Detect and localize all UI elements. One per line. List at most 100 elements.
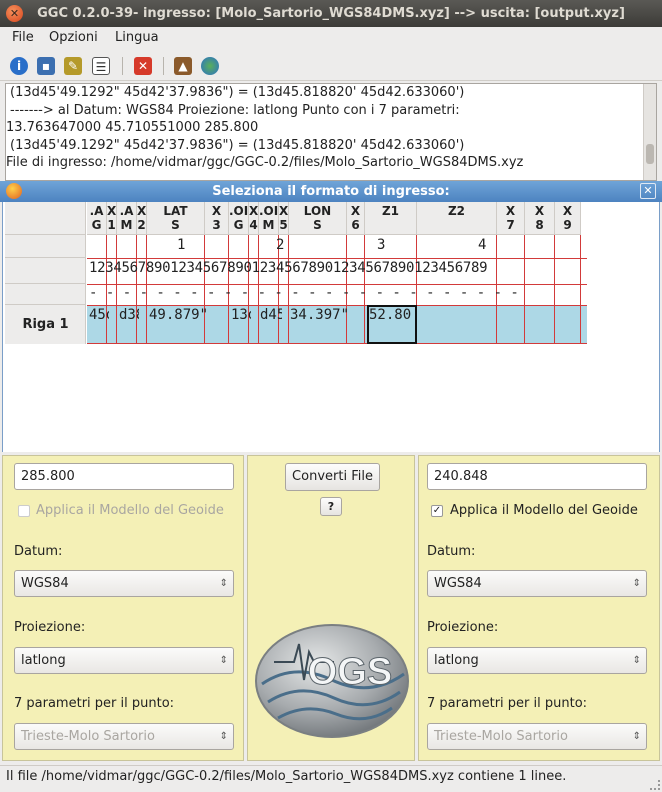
datum-select-output[interactable]: WGS84 ⇕ bbox=[427, 570, 647, 597]
table-icon[interactable]: ☰ bbox=[92, 57, 110, 75]
column-header-line1: .A bbox=[89, 204, 104, 218]
column-header[interactable]: Z2 bbox=[417, 202, 497, 235]
save-icon[interactable]: ▪ bbox=[37, 57, 55, 75]
column-header-line2: 9 bbox=[563, 218, 572, 232]
cell-deg-lon[interactable]: 13d bbox=[231, 307, 251, 323]
column-header-line1: .OI bbox=[259, 204, 279, 218]
params-select-input[interactable]: Trieste-Molo Sartorio ⇕ bbox=[14, 723, 234, 750]
datum-select-input[interactable]: WGS84 ⇕ bbox=[14, 570, 234, 597]
column-header[interactable]: X9 bbox=[555, 202, 581, 235]
column-header[interactable]: X8 bbox=[525, 202, 555, 235]
column-header-line1: .A bbox=[119, 204, 134, 218]
column-header-line1: X bbox=[137, 204, 147, 218]
chevron-updown-icon: ⇕ bbox=[219, 578, 228, 589]
chevron-updown-icon: ⇕ bbox=[632, 731, 641, 742]
column-header[interactable]: LAT S bbox=[147, 202, 205, 235]
chevron-updown-icon: ⇕ bbox=[219, 731, 228, 742]
output-panel: 240.848 ✓ Applica il Modello del Geoide … bbox=[418, 455, 660, 761]
cell-min-lat[interactable]: d38' bbox=[119, 307, 139, 323]
dialog-titlebar: Seleziona il formato di ingresso: ✕ bbox=[0, 181, 662, 202]
column-header-line2: 7 bbox=[506, 218, 515, 232]
grid-line bbox=[87, 343, 587, 344]
datum-label-output: Datum: bbox=[427, 544, 476, 559]
column-header[interactable]: .OI M bbox=[259, 202, 279, 235]
column-header[interactable]: X4 bbox=[249, 202, 259, 235]
column-header[interactable]: X5 bbox=[279, 202, 289, 235]
column-header-line2: 3 bbox=[212, 218, 221, 232]
scroll-thumb[interactable] bbox=[646, 144, 654, 164]
menu-file[interactable]: File bbox=[12, 30, 34, 45]
column-header[interactable]: LON S bbox=[289, 202, 347, 235]
log-line: -------> al Datum: WGS84 Proiezione: lat… bbox=[10, 102, 460, 118]
column-header[interactable]: X2 bbox=[137, 202, 147, 235]
geoid-checkbox-input[interactable] bbox=[18, 505, 30, 517]
map-icon[interactable]: ▲ bbox=[174, 57, 192, 75]
globe-icon[interactable] bbox=[201, 57, 219, 75]
grid-line bbox=[87, 305, 587, 306]
input-height-field[interactable]: 285.800 bbox=[14, 463, 234, 490]
column-header-line2: G bbox=[233, 218, 244, 232]
column-header-line2: M bbox=[120, 218, 133, 232]
log-output[interactable]: (13d45'49.1292" 45d42'37.9836") = (13d45… bbox=[5, 83, 657, 181]
log-scrollbar[interactable] bbox=[643, 84, 656, 180]
center-panel: Converti File ? OGS bbox=[247, 455, 415, 761]
app-icon bbox=[6, 183, 22, 199]
cell-sec-lat[interactable]: 49.879" bbox=[149, 307, 207, 323]
help-button[interactable]: ? bbox=[320, 497, 342, 516]
dialog-title: Seleziona il formato di ingresso: bbox=[212, 184, 450, 199]
column-header-line2: 6 bbox=[351, 218, 360, 232]
close-window-icon[interactable]: ✕ bbox=[6, 5, 23, 22]
column-header[interactable]: Z1 bbox=[365, 202, 417, 235]
chevron-updown-icon: ⇕ bbox=[632, 655, 641, 666]
menu-language[interactable]: Lingua bbox=[115, 30, 159, 45]
projection-select-output[interactable]: latlong ⇕ bbox=[427, 647, 647, 674]
cell-deg-lat[interactable]: 45d bbox=[89, 307, 109, 323]
column-header[interactable]: X7 bbox=[497, 202, 525, 235]
params-value-output: Trieste-Molo Sartorio bbox=[434, 729, 568, 744]
column-header-line2: M bbox=[262, 218, 275, 232]
geoid-checkbox-output[interactable]: ✓ bbox=[431, 505, 443, 517]
column-header-line2: G bbox=[91, 218, 102, 232]
format-grid: Riga 1 .A G X 1 .A M X 2 LAT S X 3 .OI G X 4 .OI M X 5 LON S X… bbox=[2, 202, 660, 452]
params-select-output[interactable]: Trieste-Molo Sartorio ⇕ bbox=[427, 723, 647, 750]
log-line: (13d45'49.1292" 45d42'37.9836") = (13d45… bbox=[10, 137, 465, 153]
info-icon[interactable]: i bbox=[10, 57, 28, 75]
column-header-line1: X bbox=[211, 204, 222, 218]
logo-text: OGS bbox=[308, 651, 392, 693]
cell-sec-lon[interactable]: 34.397" bbox=[290, 307, 348, 323]
column-header-line2: 4 bbox=[249, 218, 258, 232]
dialog-close-icon[interactable]: ✕ bbox=[640, 183, 656, 199]
datum-value-output: WGS84 bbox=[434, 576, 482, 591]
column-header[interactable]: .OI G bbox=[229, 202, 249, 235]
column-header[interactable]: X6 bbox=[347, 202, 365, 235]
projection-value-input: latlong bbox=[21, 653, 66, 668]
edit-icon[interactable]: ✎ bbox=[64, 57, 82, 75]
status-text: Il file /home/vidmar/ggc/GGC-0.2/files/M… bbox=[6, 769, 567, 784]
close-icon[interactable]: ✕ bbox=[134, 57, 152, 75]
ruler-tens-2: 2 bbox=[276, 237, 285, 253]
column-header[interactable]: .A M bbox=[117, 202, 137, 235]
row-label: Riga 1 bbox=[22, 317, 69, 332]
chevron-updown-icon: ⇕ bbox=[632, 578, 641, 589]
window-titlebar: ✕ GGC 0.2.0-39- ingresso: [Molo_Sartorio… bbox=[0, 0, 662, 27]
row-header-cell bbox=[5, 258, 86, 284]
log-line: 13.763647000 45.710551000 285.800 bbox=[6, 120, 259, 135]
column-header[interactable]: X1 bbox=[107, 202, 117, 235]
output-height-field[interactable]: 240.848 bbox=[427, 463, 647, 490]
cell-min-lon[interactable]: d45' bbox=[260, 307, 282, 323]
column-header[interactable]: .A G bbox=[87, 202, 107, 235]
projection-select-input[interactable]: latlong ⇕ bbox=[14, 647, 234, 674]
column-header-line1: Z1 bbox=[381, 204, 400, 218]
column-header-line2: 8 bbox=[535, 218, 544, 232]
selected-cell[interactable] bbox=[367, 305, 417, 344]
column-header-line1: X bbox=[562, 204, 573, 218]
column-header-line2: 5 bbox=[279, 218, 288, 232]
row-header-column: Riga 1 bbox=[5, 202, 86, 344]
column-header[interactable]: X3 bbox=[205, 202, 229, 235]
params-label-output: 7 parametri per il punto: bbox=[427, 696, 588, 711]
log-line: File di ingresso: /home/vidmar/ggc/GGC-0… bbox=[6, 155, 524, 170]
resize-grip-icon[interactable] bbox=[650, 780, 660, 790]
menu-options[interactable]: Opzioni bbox=[49, 30, 98, 45]
column-header-line2: S bbox=[171, 218, 180, 232]
convert-file-button[interactable]: Converti File bbox=[285, 463, 380, 491]
